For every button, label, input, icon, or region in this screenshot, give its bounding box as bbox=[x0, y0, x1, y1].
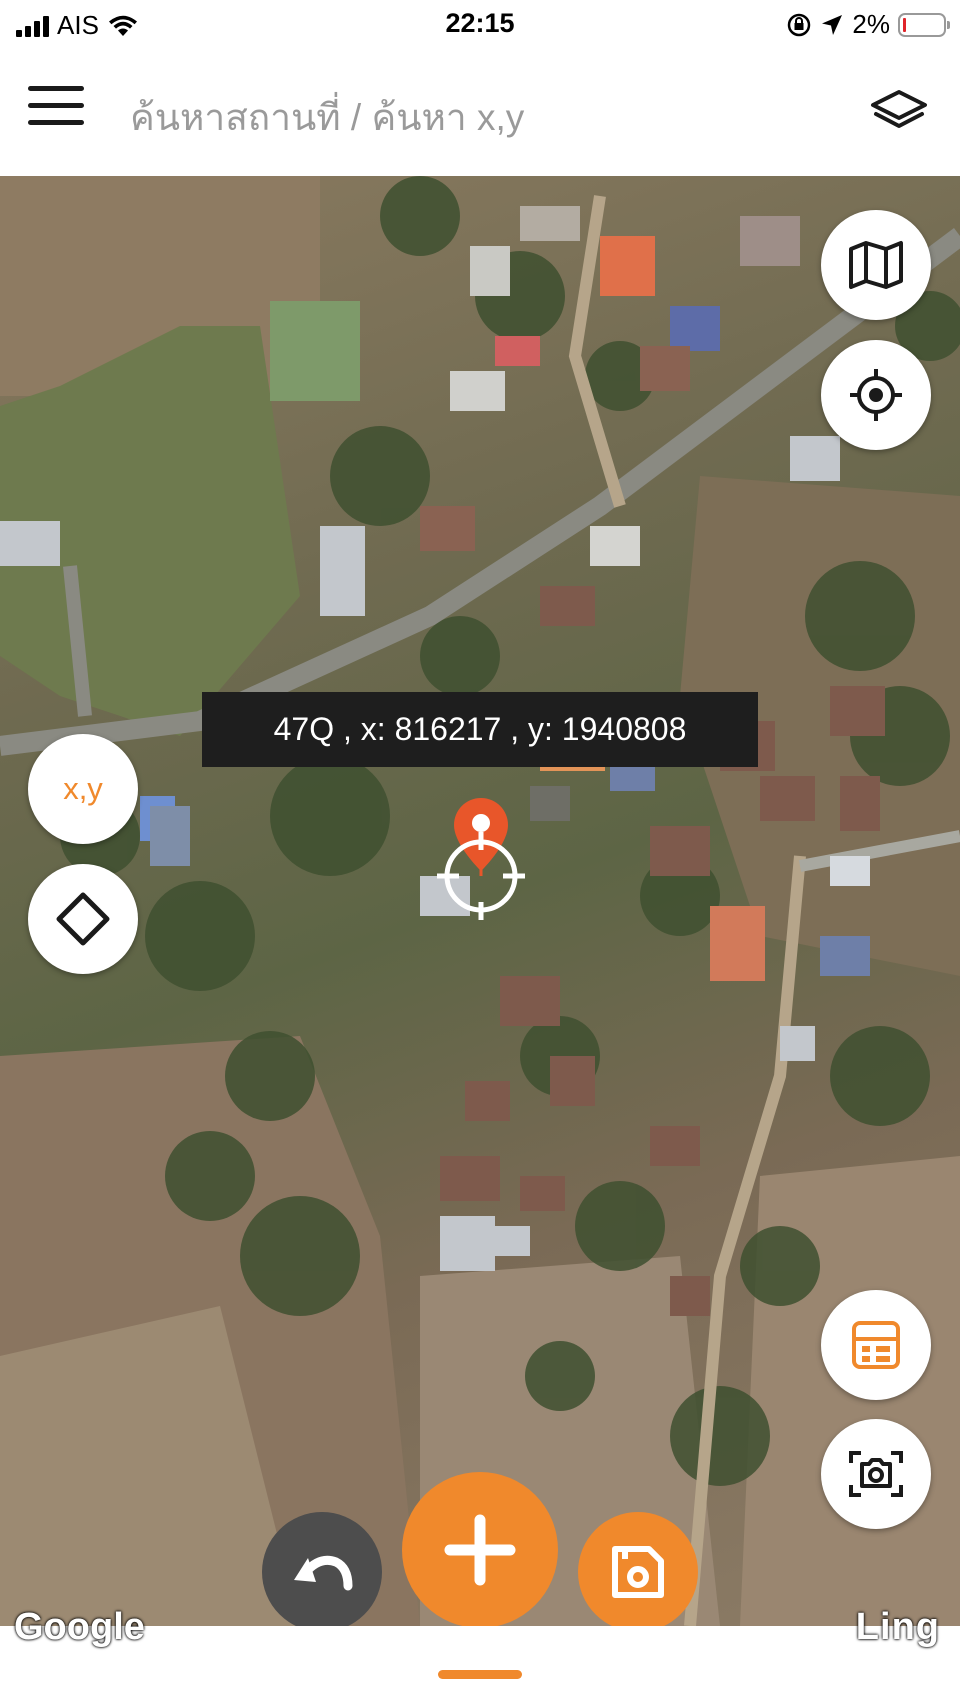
screenshot-button[interactable] bbox=[821, 1419, 931, 1529]
plus-icon bbox=[444, 1514, 516, 1586]
map-type-button[interactable] bbox=[821, 210, 931, 320]
page-title: ค้นหาสถานที่ / ค้นหา x,y bbox=[130, 97, 525, 138]
battery-percent: 2% bbox=[852, 9, 890, 39]
hamburger-menu-icon[interactable] bbox=[28, 86, 84, 130]
save-file-icon bbox=[612, 1546, 664, 1598]
locate-me-button[interactable] bbox=[821, 340, 931, 450]
map-icon bbox=[849, 241, 903, 289]
undo-button[interactable] bbox=[262, 1512, 382, 1626]
calculator-button[interactable] bbox=[821, 1290, 931, 1400]
sheet-drag-handle[interactable] bbox=[438, 1670, 522, 1679]
location-arrow-icon bbox=[822, 14, 843, 35]
battery-level bbox=[903, 17, 906, 32]
coordinate-label: 47Q , x: 816217 , y: 1940808 bbox=[202, 692, 758, 767]
calculator-icon bbox=[852, 1321, 900, 1369]
add-button[interactable] bbox=[402, 1472, 558, 1626]
app-header: ค้นหาสถานที่ / ค้นหา x,y bbox=[0, 50, 960, 176]
satellite-map[interactable]: 47Q , x: 816217 , y: 1940808 x,y bbox=[0, 176, 960, 1626]
polygon-button[interactable] bbox=[28, 864, 138, 974]
undo-icon bbox=[294, 1555, 353, 1591]
gps-locate-icon bbox=[850, 369, 902, 421]
status-bar: AIS 22:15 2% bbox=[0, 0, 960, 50]
battery-icon bbox=[898, 12, 950, 37]
google-attribution: Google bbox=[14, 1606, 145, 1648]
ling-logo: Ling bbox=[855, 1606, 940, 1648]
save-button[interactable] bbox=[578, 1512, 698, 1626]
polygon-diamond-icon bbox=[56, 892, 110, 946]
satellite-imagery bbox=[0, 176, 960, 1626]
rotation-lock-icon bbox=[788, 13, 811, 36]
status-right: 2% bbox=[786, 9, 950, 40]
xy-button-label: x,y bbox=[63, 771, 103, 806]
screenshot-capture-icon bbox=[849, 1451, 903, 1497]
xy-search-button[interactable]: x,y bbox=[28, 734, 138, 844]
bottom-sheet[interactable] bbox=[0, 1656, 960, 1707]
layers-icon[interactable] bbox=[868, 86, 930, 138]
